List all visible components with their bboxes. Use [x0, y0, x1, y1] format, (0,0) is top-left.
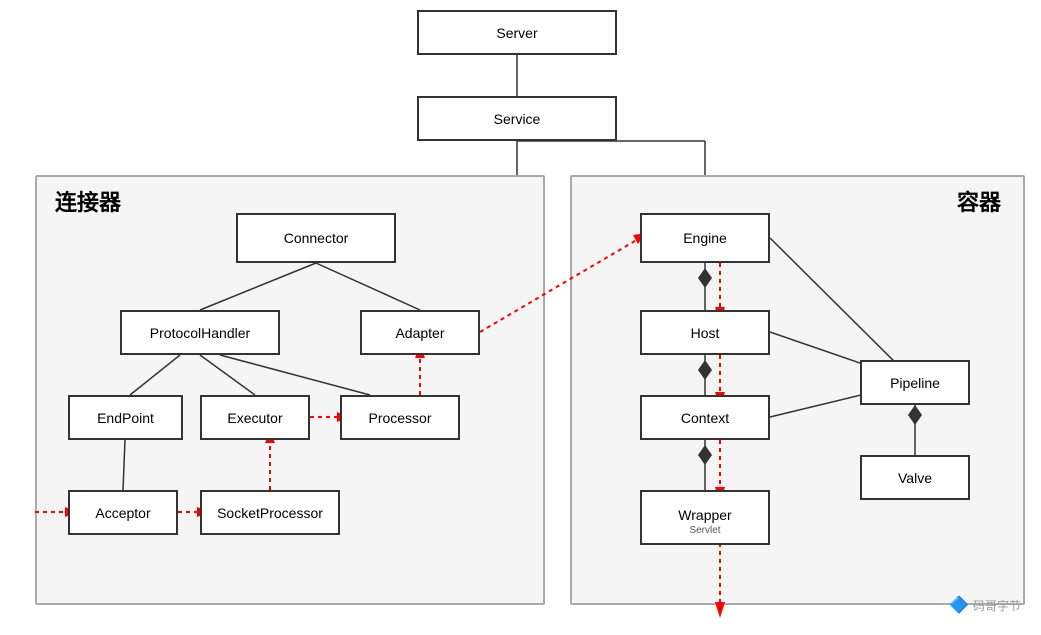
watermark-text: 码哥字节	[973, 597, 1021, 614]
connector-section-label: 连接器	[55, 185, 121, 217]
endpoint-box: EndPoint	[68, 395, 183, 440]
server-label: Server	[496, 25, 537, 41]
engine-box: Engine	[640, 213, 770, 263]
container-section-label: 容器	[957, 185, 1001, 217]
processor-box: Processor	[340, 395, 460, 440]
service-label: Service	[494, 111, 541, 127]
diagram: 连接器 容器	[0, 0, 1041, 635]
wrapper-box: Wrapper Servlet	[640, 490, 770, 545]
service-box: Service	[417, 96, 617, 141]
acceptor-box: Acceptor	[68, 490, 178, 535]
servlet-label: Servlet	[642, 525, 768, 536]
pipeline-label: Pipeline	[890, 375, 940, 391]
connector-box: Connector	[236, 213, 396, 263]
protocolhandler-label: ProtocolHandler	[150, 325, 250, 341]
pipeline-box: Pipeline	[860, 360, 970, 405]
host-box: Host	[640, 310, 770, 355]
socketprocessor-box: SocketProcessor	[200, 490, 340, 535]
host-label: Host	[691, 325, 720, 341]
adapter-box: Adapter	[360, 310, 480, 355]
server-box: Server	[417, 10, 617, 55]
connector-label: Connector	[284, 230, 349, 246]
watermark: 🔷 码哥字节	[949, 595, 1021, 615]
processor-label: Processor	[368, 410, 431, 426]
acceptor-label: Acceptor	[95, 505, 150, 521]
wrapper-label: Wrapper	[642, 507, 768, 523]
valve-label: Valve	[898, 470, 932, 486]
protocolhandler-box: ProtocolHandler	[120, 310, 280, 355]
context-label: Context	[681, 410, 729, 426]
executor-label: Executor	[227, 410, 282, 426]
engine-label: Engine	[683, 230, 727, 246]
socketprocessor-label: SocketProcessor	[217, 505, 323, 521]
valve-box: Valve	[860, 455, 970, 500]
executor-box: Executor	[200, 395, 310, 440]
context-box: Context	[640, 395, 770, 440]
endpoint-label: EndPoint	[97, 410, 154, 426]
adapter-label: Adapter	[395, 325, 444, 341]
